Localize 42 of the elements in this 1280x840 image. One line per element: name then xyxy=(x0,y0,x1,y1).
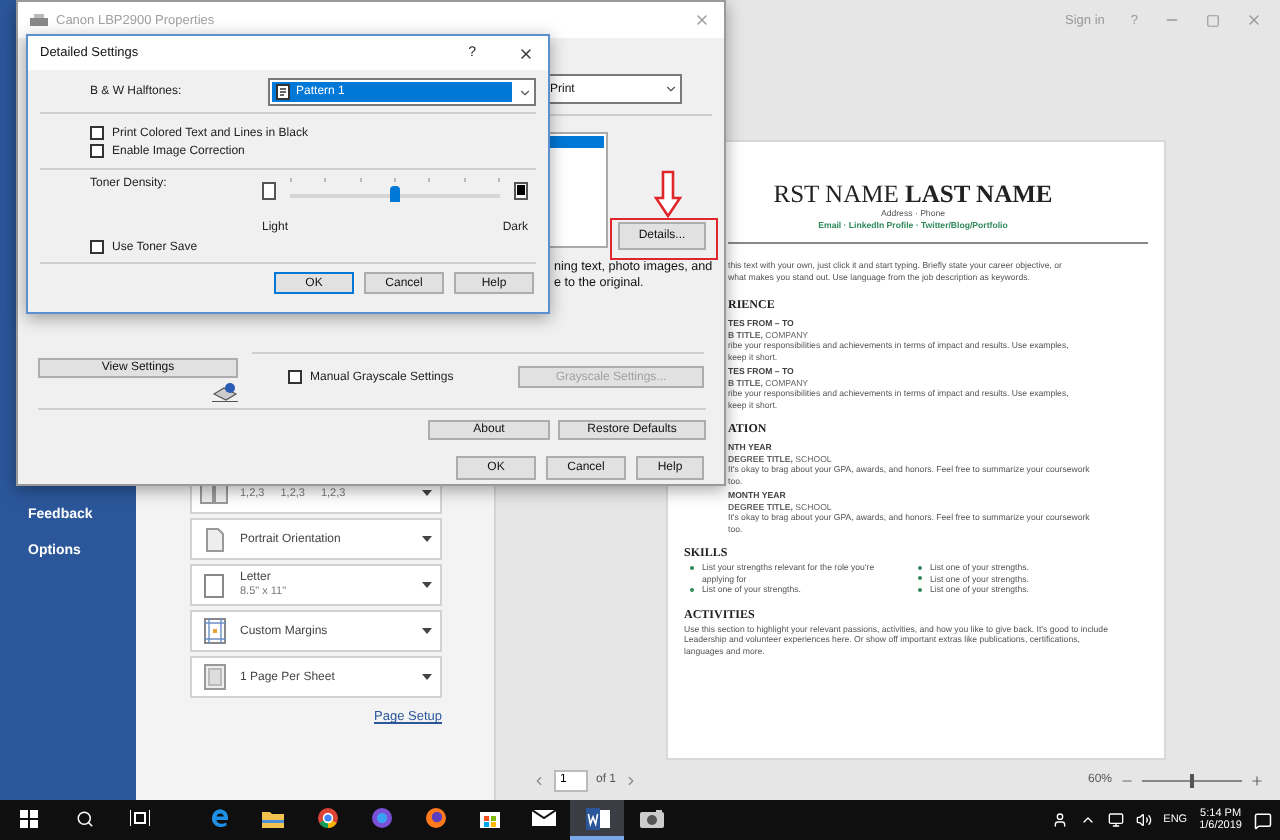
light-page-icon xyxy=(262,181,276,199)
margins-icon xyxy=(203,618,225,644)
volume-icon[interactable] xyxy=(1135,812,1152,828)
dark-page-icon xyxy=(514,181,528,199)
task-view-icon xyxy=(130,810,150,826)
caret-icon xyxy=(422,536,432,542)
caret-icon xyxy=(422,490,432,496)
caret-icon xyxy=(422,582,432,588)
checkbox[interactable] xyxy=(90,126,104,140)
people-icon[interactable] xyxy=(1051,812,1068,828)
selected-list-row[interactable] xyxy=(546,136,604,148)
resume-name: RST NAME LAST NAME xyxy=(773,180,1053,208)
shopping-bag-icon xyxy=(479,808,499,828)
portrait-page-icon xyxy=(205,527,223,551)
chevron-down-icon xyxy=(664,82,678,96)
slider-thumb[interactable] xyxy=(390,186,400,202)
previous-page-icon[interactable] xyxy=(532,773,546,787)
chevron-down-icon xyxy=(518,85,532,99)
highlight-frame xyxy=(610,218,718,260)
tray-expand-icon[interactable] xyxy=(1079,812,1096,828)
caret-icon xyxy=(422,628,432,634)
caret-icon xyxy=(422,674,432,680)
checkbox[interactable] xyxy=(288,370,302,384)
network-icon[interactable] xyxy=(1107,812,1124,828)
w-document-icon xyxy=(585,807,609,829)
sheet-icon xyxy=(203,664,225,690)
checkbox[interactable] xyxy=(90,240,104,254)
next-page-icon[interactable] xyxy=(624,773,639,787)
checkbox[interactable] xyxy=(90,144,104,158)
globe-icon xyxy=(371,808,391,828)
camera-icon xyxy=(639,809,663,827)
windows-logo-icon xyxy=(19,809,37,827)
down-arrow-icon xyxy=(654,170,682,218)
e-browser-icon xyxy=(209,808,229,828)
round-browser-icon xyxy=(317,808,337,828)
envelope-icon xyxy=(531,810,555,826)
pattern-icon xyxy=(276,84,291,100)
notifications-icon[interactable] xyxy=(1254,811,1272,829)
taskbar-app-button[interactable] xyxy=(570,800,624,840)
search-icon xyxy=(75,809,93,827)
paper-icon xyxy=(204,573,224,597)
folder-icon xyxy=(262,809,284,827)
